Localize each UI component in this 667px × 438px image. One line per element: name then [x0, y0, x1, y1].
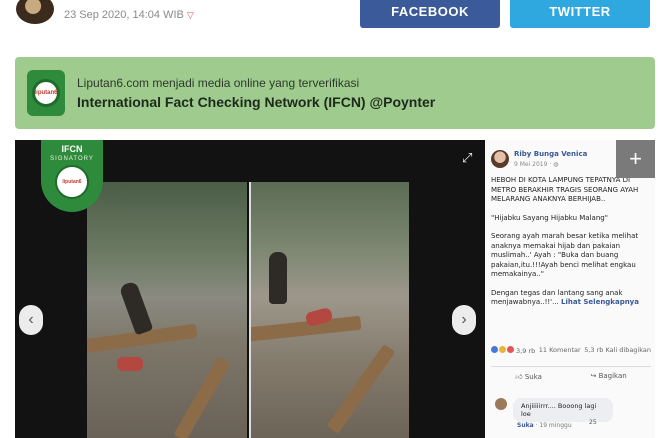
chevron-down-icon[interactable]: ▽ [187, 10, 194, 21]
share-action: ↪ Bagikan [590, 372, 627, 380]
share-twitter-button[interactable]: TWITTER [510, 0, 650, 28]
wood-pile [173, 356, 231, 438]
video-frame-left [87, 182, 247, 438]
like-reaction-icon [491, 346, 498, 353]
image-carousel: IFCN SIGNATORY liputan6 ⤢ ‹ › Riby Bunga… [15, 140, 655, 438]
adult-figure [118, 280, 154, 336]
liputan6-seal: liputan6 [32, 79, 60, 107]
publish-date: 23 Sep 2020, 14:04 WIB ▽ [64, 9, 194, 21]
comment-meta: Suka · 19 minggu [517, 422, 572, 429]
chevron-right-icon[interactable]: › [452, 305, 476, 335]
comment-count: 11 Komentar [538, 346, 581, 354]
commenter-avatar [495, 398, 507, 410]
post-paragraph: Dengan tegas dan lantang sang anak menja… [491, 289, 653, 308]
badge-subtitle: SIGNATORY [50, 156, 94, 162]
angry-reaction-icon [507, 346, 514, 353]
author-avatar[interactable] [16, 0, 54, 24]
banner-title: International Fact Checking Network (IFC… [77, 94, 436, 110]
comment-bubble: Anjiiiiirrr.... Booong lagi loe [513, 398, 613, 422]
plus-icon[interactable]: + [616, 140, 655, 178]
publish-date-text: 23 Sep 2020, 14:04 WIB [64, 9, 184, 21]
wood-pile [326, 344, 396, 434]
share-label: Bagikan [598, 372, 627, 380]
ifcn-signatory-badge: IFCN SIGNATORY liputan6 [41, 140, 103, 212]
post-paragraph: Seorang ayah marah besar ketika melihat … [491, 232, 639, 278]
comment-like-label: Suka [517, 422, 534, 429]
ifcn-logo-icon: liputan6 [27, 70, 65, 116]
expand-icon[interactable]: ⤢ [462, 150, 472, 166]
share-facebook-button[interactable]: FACEBOOK [360, 0, 500, 28]
reaction-count: 3,9 rb [516, 347, 536, 355]
child-figure [117, 357, 143, 371]
post-paragraph: HEBOH DI KOTA LAMPUNG TEPATNYA DI METRO … [491, 176, 639, 203]
share-count: 5,3 rb Kali dibagikan [584, 346, 651, 354]
post-paragraph: "Hijabku Sayang Hijabku Malang" [491, 213, 608, 222]
badge-seal: liputan6 [55, 165, 89, 199]
like-label: Suka [524, 373, 542, 381]
article-page: 23 Sep 2020, 14:04 WIB ▽ FACEBOOK TWITTER… [0, 0, 667, 438]
comment-time: 19 minggu [539, 422, 572, 429]
post-body: HEBOH DI KOTA LAMPUNG TEPATNYA DI METRO … [491, 176, 653, 317]
post-date: 9 Mei 2019 · ◍ [514, 161, 559, 168]
chevron-left-icon[interactable]: ‹ [19, 305, 43, 335]
reaction-icons [491, 346, 514, 353]
read-more-link: Lihat Selengkapnya [561, 298, 639, 306]
comment-likes: 25 [589, 419, 597, 426]
reaction-summary: 3,9 rb [491, 346, 535, 355]
post-actions: 👍︎ Suka ↪ Bagikan [491, 366, 651, 381]
video-screenshot: IFCN SIGNATORY liputan6 ⤢ ‹ › [15, 140, 485, 438]
post-author-avatar [491, 150, 509, 168]
banner-subtitle: Liputan6.com menjadi media online yang t… [77, 76, 360, 90]
post-stats: 3,9 rb 11 Komentar 5,3 rb Kali dibagikan [491, 346, 651, 355]
facebook-post: Riby Bunga Venica 9 Mei 2019 · ◍ HEBOH D… [485, 140, 655, 438]
video-frame-right [249, 182, 409, 438]
post-author: Riby Bunga Venica [514, 150, 588, 158]
badge-title: IFCN [61, 144, 83, 154]
like-action: 👍︎ Suka [515, 373, 542, 381]
wood-pile [251, 315, 362, 343]
adult-figure [269, 252, 287, 304]
ifcn-verification-banner[interactable]: liputan6 Liputan6.com menjadi media onli… [15, 57, 655, 129]
haha-reaction-icon [499, 346, 506, 353]
